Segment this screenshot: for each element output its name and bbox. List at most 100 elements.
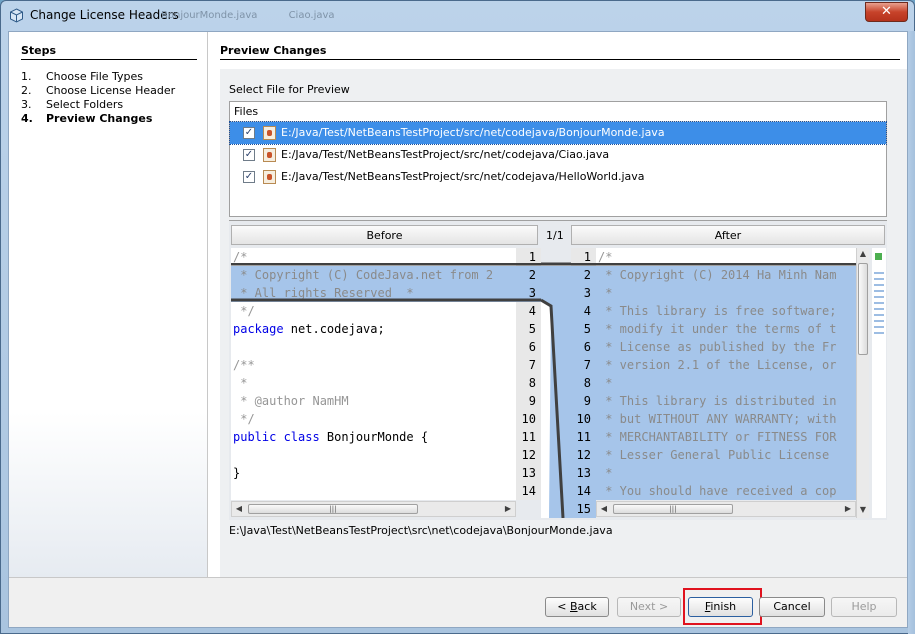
vertical-scrollbar[interactable]: ▲ ▼ (856, 248, 869, 518)
code-text: * (598, 286, 613, 300)
code-text: * modify it under the terms of t (598, 322, 837, 336)
step-label: Choose License Header (46, 84, 176, 97)
code-text: * MERCHANTABILITY or FITNESS FOR (598, 430, 837, 444)
change-mark[interactable] (874, 332, 884, 334)
step-item: 2. Choose License Header (21, 84, 175, 98)
diff-position: 1/1 (546, 229, 564, 242)
code-line: package net.codejava; (231, 320, 516, 338)
scroll-down-icon[interactable]: ▼ (857, 504, 869, 516)
change-mark[interactable] (874, 296, 884, 298)
line-number: 13 (571, 464, 596, 482)
divider (21, 59, 197, 60)
scroll-thumb[interactable]: ||| (613, 504, 733, 514)
button-bar: < Back Next > Finish Cancel Help (9, 578, 907, 627)
code-line: /** (231, 356, 516, 374)
scroll-right-icon[interactable]: ▶ (842, 503, 854, 515)
code-line: * @author NamHM (231, 392, 516, 410)
file-checkbox[interactable]: ✓ (243, 127, 255, 139)
after-code-pane[interactable]: /* * Copyright (C) 2014 Ha Minh Nam * * … (596, 248, 856, 500)
finish-button[interactable]: Finish (688, 597, 753, 617)
change-mark[interactable] (874, 320, 884, 322)
line-number: 3 (571, 284, 596, 302)
step-number: 1. (21, 70, 32, 83)
line-number: 4 (571, 302, 596, 320)
change-mark[interactable] (874, 302, 884, 304)
change-mark[interactable] (874, 284, 884, 286)
change-bracket-before (231, 263, 541, 302)
main-panel: Preview Changes Select File for Preview … (208, 32, 907, 577)
scroll-up-icon[interactable]: ▲ (857, 248, 869, 260)
step-item-current: 4. Preview Changes (21, 112, 175, 126)
file-path: E:/Java/Test/NetBeansTestProject/src/net… (281, 170, 645, 183)
file-checkbox[interactable]: ✓ (243, 171, 255, 183)
scroll-left-icon[interactable]: ◀ (598, 503, 610, 515)
code-line: * You should have received a cop (596, 482, 856, 500)
file-checkbox[interactable]: ✓ (243, 149, 255, 161)
finish-label: inish (710, 600, 737, 613)
code-text: * (233, 376, 248, 390)
change-mark[interactable] (874, 278, 884, 280)
line-number: 15 (571, 500, 596, 518)
code-text: /* (598, 250, 613, 264)
java-file-icon (263, 170, 276, 184)
back-label: ack (577, 600, 597, 613)
steps-title: Steps (21, 44, 57, 57)
line-number: 13 (521, 466, 536, 480)
before-horizontal-scrollbar[interactable]: ◀ ||| ▶ (231, 501, 516, 517)
code-text: */ (233, 304, 255, 318)
code-text: * @author NamHM (233, 394, 349, 408)
file-row[interactable]: ✓ E:/Java/Test/NetBeansTestProject/src/n… (230, 166, 886, 188)
code-text: /* (233, 250, 248, 264)
change-mark[interactable] (874, 326, 884, 328)
code-line: * version 2.1 of the License, or (596, 356, 856, 374)
code-text: * This library is distributed in (598, 394, 837, 408)
background-tabs: BonjourMonde.java Ciao.java (161, 10, 363, 21)
back-button[interactable]: < Back (545, 597, 609, 617)
code-line: * (596, 284, 856, 302)
change-bracket-after (571, 263, 856, 266)
code-line: * (231, 374, 516, 392)
after-header: After (571, 225, 885, 245)
step-number: 2. (21, 84, 32, 97)
scroll-right-icon[interactable]: ▶ (502, 503, 514, 515)
line-number: 6 (571, 338, 596, 356)
file-row[interactable]: ✓ E:/Java/Test/NetBeansTestProject/src/n… (229, 121, 887, 145)
scroll-thumb[interactable]: ||| (248, 504, 418, 514)
after-horizontal-scrollbar[interactable]: ◀ ||| ▶ (596, 501, 856, 517)
step-number: 3. (21, 98, 32, 111)
next-button[interactable]: Next > (617, 597, 681, 617)
line-number: 7 (528, 358, 536, 372)
line-number: 7 (571, 356, 596, 374)
files-table: Files ✓ E:/Java/Test/NetBeansTestProject… (229, 101, 887, 217)
steps-panel-gradient (9, 412, 207, 577)
step-label: Choose File Types (46, 70, 144, 83)
change-mark[interactable] (874, 314, 884, 316)
status-ok-icon (875, 253, 882, 260)
change-overview-ruler[interactable] (872, 248, 886, 518)
page-title: Preview Changes (220, 44, 327, 57)
code-line: */ (231, 302, 516, 320)
scroll-left-icon[interactable]: ◀ (233, 503, 245, 515)
line-number: 2 (571, 266, 596, 284)
file-row[interactable]: ✓ E:/Java/Test/NetBeansTestProject/src/n… (230, 144, 886, 166)
code-text: * version 2.1 of the License, or (598, 358, 837, 372)
close-icon: ✕ (881, 4, 892, 19)
code-line: * This library is distributed in (596, 392, 856, 410)
file-path: E:/Java/Test/NetBeansTestProject/src/net… (281, 126, 665, 139)
background-tab: Ciao.java (288, 10, 335, 21)
change-mark[interactable] (874, 272, 884, 274)
java-file-icon (263, 148, 276, 162)
back-prefix: < (557, 600, 570, 613)
line-number: 12 (521, 448, 536, 462)
close-button[interactable]: ✕ (865, 2, 908, 22)
scroll-thumb[interactable] (858, 263, 868, 355)
step-label: Preview Changes (46, 112, 153, 125)
files-column-header[interactable]: Files (230, 102, 886, 122)
change-mark[interactable] (874, 290, 884, 292)
cancel-button[interactable]: Cancel (759, 597, 825, 617)
help-button[interactable]: Help (831, 597, 897, 617)
change-mark[interactable] (874, 308, 884, 310)
code-keyword: package (233, 322, 284, 336)
